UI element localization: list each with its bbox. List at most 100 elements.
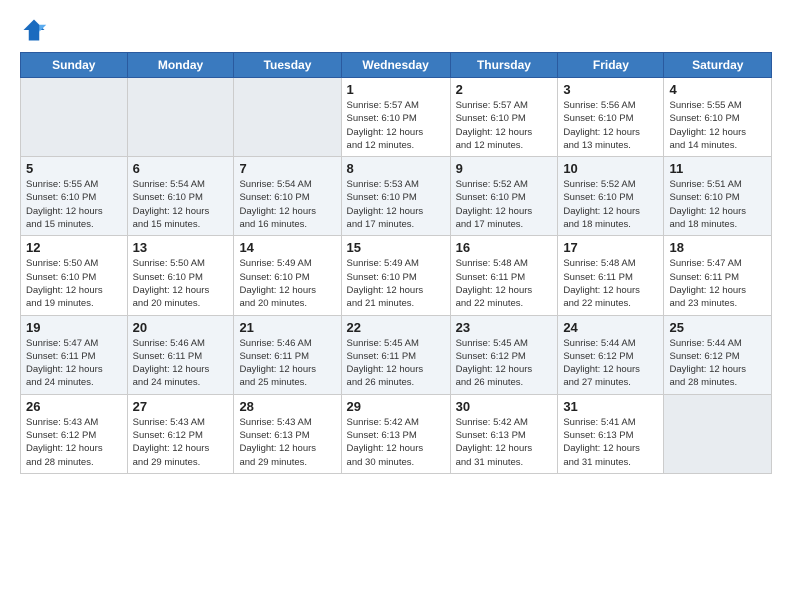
day-number: 31 <box>563 399 658 414</box>
day-info: Sunrise: 5:57 AM Sunset: 6:10 PM Dayligh… <box>347 99 445 152</box>
day-info: Sunrise: 5:48 AM Sunset: 6:11 PM Dayligh… <box>456 257 553 310</box>
calendar-cell: 5 Sunrise: 5:55 AM Sunset: 6:10 PM Daylig… <box>21 157 128 236</box>
calendar-cell: 25 Sunrise: 5:44 AM Sunset: 6:12 PM Dayli… <box>664 315 772 394</box>
header <box>20 16 772 44</box>
day-info: Sunrise: 5:54 AM Sunset: 6:10 PM Dayligh… <box>133 178 229 231</box>
day-info: Sunrise: 5:45 AM Sunset: 6:12 PM Dayligh… <box>456 337 553 390</box>
day-number: 15 <box>347 240 445 255</box>
day-number: 18 <box>669 240 766 255</box>
day-info: Sunrise: 5:41 AM Sunset: 6:13 PM Dayligh… <box>563 416 658 469</box>
day-number: 5 <box>26 161 122 176</box>
calendar-cell: 28 Sunrise: 5:43 AM Sunset: 6:13 PM Dayli… <box>234 394 341 473</box>
calendar-cell: 13 Sunrise: 5:50 AM Sunset: 6:10 PM Dayli… <box>127 236 234 315</box>
calendar-cell: 11Sunrise: 5:51 AM Sunset: 6:10 PM Dayli… <box>664 157 772 236</box>
calendar-cell: 7 Sunrise: 5:54 AM Sunset: 6:10 PM Daylig… <box>234 157 341 236</box>
calendar-cell: 17 Sunrise: 5:48 AM Sunset: 6:11 PM Dayli… <box>558 236 664 315</box>
calendar-cell: 24Sunrise: 5:44 AM Sunset: 6:12 PM Dayli… <box>558 315 664 394</box>
calendar-cell <box>234 78 341 157</box>
calendar-cell: 12Sunrise: 5:50 AM Sunset: 6:10 PM Dayli… <box>21 236 128 315</box>
weekday-header-monday: Monday <box>127 53 234 78</box>
calendar-cell <box>664 394 772 473</box>
calendar-cell: 27Sunrise: 5:43 AM Sunset: 6:12 PM Dayli… <box>127 394 234 473</box>
day-info: Sunrise: 5:53 AM Sunset: 6:10 PM Dayligh… <box>347 178 445 231</box>
calendar-cell <box>127 78 234 157</box>
day-info: Sunrise: 5:57 AM Sunset: 6:10 PM Dayligh… <box>456 99 553 152</box>
day-number: 25 <box>669 320 766 335</box>
weekday-header-row: SundayMondayTuesdayWednesdayThursdayFrid… <box>21 53 772 78</box>
day-number: 29 <box>347 399 445 414</box>
day-number: 24 <box>563 320 658 335</box>
calendar-row-1: 1 Sunrise: 5:57 AM Sunset: 6:10 PM Daylig… <box>21 78 772 157</box>
calendar-cell: 22 Sunrise: 5:45 AM Sunset: 6:11 PM Dayli… <box>341 315 450 394</box>
day-info: Sunrise: 5:48 AM Sunset: 6:11 PM Dayligh… <box>563 257 658 310</box>
day-info: Sunrise: 5:45 AM Sunset: 6:11 PM Dayligh… <box>347 337 445 390</box>
calendar-cell: 31 Sunrise: 5:41 AM Sunset: 6:13 PM Dayli… <box>558 394 664 473</box>
day-number: 22 <box>347 320 445 335</box>
day-number: 9 <box>456 161 553 176</box>
calendar-row-2: 5 Sunrise: 5:55 AM Sunset: 6:10 PM Daylig… <box>21 157 772 236</box>
day-info: Sunrise: 5:55 AM Sunset: 6:10 PM Dayligh… <box>26 178 122 231</box>
calendar-cell <box>21 78 128 157</box>
calendar-cell: 4 Sunrise: 5:55 AM Sunset: 6:10 PM Daylig… <box>664 78 772 157</box>
day-number: 16 <box>456 240 553 255</box>
calendar-cell: 23 Sunrise: 5:45 AM Sunset: 6:12 PM Dayli… <box>450 315 558 394</box>
day-info: Sunrise: 5:49 AM Sunset: 6:10 PM Dayligh… <box>239 257 335 310</box>
calendar-cell: 26 Sunrise: 5:43 AM Sunset: 6:12 PM Dayli… <box>21 394 128 473</box>
calendar-cell: 3 Sunrise: 5:56 AM Sunset: 6:10 PM Daylig… <box>558 78 664 157</box>
calendar-cell: 15Sunrise: 5:49 AM Sunset: 6:10 PM Dayli… <box>341 236 450 315</box>
day-number: 13 <box>133 240 229 255</box>
weekday-header-sunday: Sunday <box>21 53 128 78</box>
day-info: Sunrise: 5:54 AM Sunset: 6:10 PM Dayligh… <box>239 178 335 231</box>
day-info: Sunrise: 5:50 AM Sunset: 6:10 PM Dayligh… <box>26 257 122 310</box>
calendar-cell: 19Sunrise: 5:47 AM Sunset: 6:11 PM Dayli… <box>21 315 128 394</box>
day-number: 26 <box>26 399 122 414</box>
day-number: 17 <box>563 240 658 255</box>
day-info: Sunrise: 5:43 AM Sunset: 6:13 PM Dayligh… <box>239 416 335 469</box>
day-info: Sunrise: 5:47 AM Sunset: 6:11 PM Dayligh… <box>669 257 766 310</box>
day-number: 20 <box>133 320 229 335</box>
calendar-cell: 1 Sunrise: 5:57 AM Sunset: 6:10 PM Daylig… <box>341 78 450 157</box>
day-info: Sunrise: 5:50 AM Sunset: 6:10 PM Dayligh… <box>133 257 229 310</box>
day-number: 7 <box>239 161 335 176</box>
day-info: Sunrise: 5:42 AM Sunset: 6:13 PM Dayligh… <box>456 416 553 469</box>
calendar-cell: 8Sunrise: 5:53 AM Sunset: 6:10 PM Daylig… <box>341 157 450 236</box>
day-number: 14 <box>239 240 335 255</box>
day-info: Sunrise: 5:56 AM Sunset: 6:10 PM Dayligh… <box>563 99 658 152</box>
calendar-cell: 18 Sunrise: 5:47 AM Sunset: 6:11 PM Dayli… <box>664 236 772 315</box>
day-number: 30 <box>456 399 553 414</box>
calendar-row-4: 19Sunrise: 5:47 AM Sunset: 6:11 PM Dayli… <box>21 315 772 394</box>
day-info: Sunrise: 5:44 AM Sunset: 6:12 PM Dayligh… <box>669 337 766 390</box>
day-number: 1 <box>347 82 445 97</box>
calendar-cell: 29 Sunrise: 5:42 AM Sunset: 6:13 PM Dayli… <box>341 394 450 473</box>
calendar-cell: 20 Sunrise: 5:46 AM Sunset: 6:11 PM Dayli… <box>127 315 234 394</box>
logo <box>20 16 52 44</box>
day-info: Sunrise: 5:55 AM Sunset: 6:10 PM Dayligh… <box>669 99 766 152</box>
calendar-cell: 30 Sunrise: 5:42 AM Sunset: 6:13 PM Dayli… <box>450 394 558 473</box>
weekday-header-thursday: Thursday <box>450 53 558 78</box>
weekday-header-friday: Friday <box>558 53 664 78</box>
day-number: 19 <box>26 320 122 335</box>
day-number: 3 <box>563 82 658 97</box>
calendar-cell: 16 Sunrise: 5:48 AM Sunset: 6:11 PM Dayli… <box>450 236 558 315</box>
calendar-cell: 6 Sunrise: 5:54 AM Sunset: 6:10 PM Daylig… <box>127 157 234 236</box>
day-number: 27 <box>133 399 229 414</box>
calendar-cell: 10 Sunrise: 5:52 AM Sunset: 6:10 PM Dayli… <box>558 157 664 236</box>
day-info: Sunrise: 5:51 AM Sunset: 6:10 PM Dayligh… <box>669 178 766 231</box>
day-number: 23 <box>456 320 553 335</box>
day-number: 4 <box>669 82 766 97</box>
day-info: Sunrise: 5:46 AM Sunset: 6:11 PM Dayligh… <box>239 337 335 390</box>
day-number: 21 <box>239 320 335 335</box>
day-number: 2 <box>456 82 553 97</box>
calendar-cell: 9 Sunrise: 5:52 AM Sunset: 6:10 PM Daylig… <box>450 157 558 236</box>
day-info: Sunrise: 5:43 AM Sunset: 6:12 PM Dayligh… <box>26 416 122 469</box>
day-info: Sunrise: 5:42 AM Sunset: 6:13 PM Dayligh… <box>347 416 445 469</box>
day-number: 6 <box>133 161 229 176</box>
day-number: 10 <box>563 161 658 176</box>
calendar-cell: 2 Sunrise: 5:57 AM Sunset: 6:10 PM Daylig… <box>450 78 558 157</box>
day-info: Sunrise: 5:52 AM Sunset: 6:10 PM Dayligh… <box>563 178 658 231</box>
weekday-header-tuesday: Tuesday <box>234 53 341 78</box>
day-info: Sunrise: 5:52 AM Sunset: 6:10 PM Dayligh… <box>456 178 553 231</box>
logo-icon <box>20 16 48 44</box>
day-info: Sunrise: 5:46 AM Sunset: 6:11 PM Dayligh… <box>133 337 229 390</box>
day-number: 28 <box>239 399 335 414</box>
